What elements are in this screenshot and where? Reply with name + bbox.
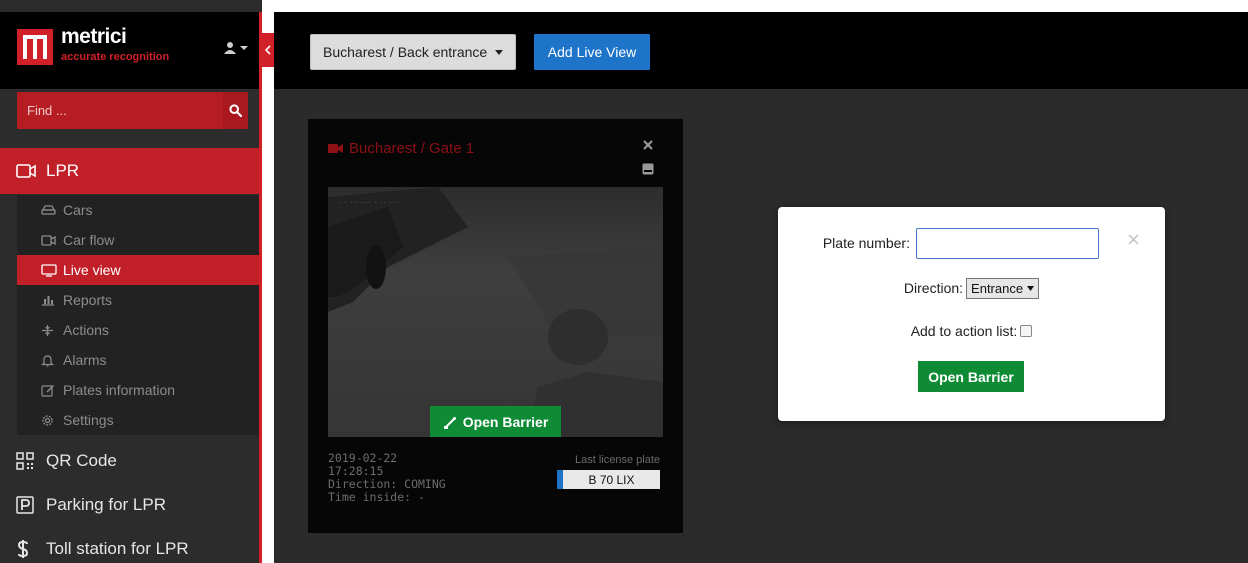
user-menu[interactable] [223,40,253,56]
nav-item-live-view[interactable]: Live view [17,255,259,285]
nav-item-lpr[interactable]: LPR [0,148,259,194]
sidebar-collapse-button[interactable] [262,33,274,67]
plate-number-input[interactable] [916,228,1099,259]
brand-tagline: accurate recognition [61,51,170,63]
nav-item-lpr-label: LPR [46,161,80,180]
brand-name: metrici [61,25,127,48]
nav-item-qr-code[interactable]: QR Code [0,440,259,482]
direction-label: Direction: [903,280,964,296]
video-camera-icon [41,234,58,246]
search-icon [229,104,242,117]
close-icon[interactable] [1128,234,1139,245]
chevron-down-icon [1027,285,1035,291]
barrier-icon [443,415,457,429]
nav-item-cars-label: Cars [63,202,93,218]
action-list-label: Add to action list: [910,323,1018,339]
camera-feed[interactable]: . . ....... . .. ... [328,187,663,437]
close-icon[interactable] [643,140,653,150]
nav-item-qr-code-label: QR Code [46,451,117,470]
main-content: Bucharest / Back entrance Add Live View … [274,12,1248,563]
hard-drive-icon[interactable] [642,163,654,175]
plate-number-row: Plate number: [778,228,1165,259]
nav-item-alarms-label: Alarms [63,352,107,368]
search-input[interactable] [17,92,209,129]
qr-code-icon [16,452,38,470]
direction-select[interactable]: Entrance [966,277,1040,299]
action-list-row: Add to action list: [778,321,1165,341]
last-plate-label: Last license plate [575,454,660,466]
nav-item-parking-label: Parking for LPR [46,495,166,514]
svg-text:. . ....... . .. ...: . . ....... . .. ... [338,199,398,205]
nav-item-actions[interactable]: Actions [17,315,259,345]
action-list-checkbox[interactable] [1020,325,1033,337]
last-plate-value: B 70 LIX [557,470,660,489]
add-live-view-button[interactable]: Add Live View [534,34,650,70]
nav-item-settings-label: Settings [63,412,114,428]
chevron-left-icon [265,45,271,55]
edit-icon [41,384,58,397]
bar-chart-icon [41,294,58,306]
nav-item-settings[interactable]: Settings [17,405,259,435]
bell-icon [41,354,58,367]
sidebar: metrici accurate recognition LPR Cars [0,0,262,563]
nav-item-alarms[interactable]: Alarms [17,345,259,375]
video-camera-icon [16,164,38,178]
monitor-icon [41,263,58,277]
user-icon [223,41,237,55]
sidebar-divider [259,12,262,563]
nav-item-car-flow-label: Car flow [63,232,115,248]
nav-item-reports-label: Reports [63,292,113,308]
nav-item-parking[interactable]: Parking for LPR [0,484,259,526]
nav-item-plates-information-label: Plates information [63,382,176,398]
nav-item-toll-station[interactable]: Toll station for LPR [0,528,259,563]
nav-item-car-flow[interactable]: Car flow [17,225,259,255]
event-time-inside: Time inside: - [328,490,425,504]
direction-row: Direction: Entrance [778,277,1165,299]
nav-item-reports[interactable]: Reports [17,285,259,315]
dollar-icon [16,539,38,559]
nav-item-toll-station-label: Toll station for LPR [46,539,189,558]
location-dropdown-value: Bucharest / Back entrance [323,44,488,60]
camera-title: Bucharest / Gate 1 [328,140,474,157]
direction-select-value: Entrance [971,280,1024,296]
open-barrier-dialog: Plate number: Direction: Entrance Add to… [778,207,1165,421]
metrici-logo-icon [17,29,53,65]
search-button[interactable] [223,92,248,129]
main-toolbar: Bucharest / Back entrance Add Live View [274,12,1248,89]
open-barrier-label: Open Barrier [462,413,549,430]
chevron-down-icon [495,49,504,55]
gear-icon [41,414,58,427]
plate-number-label: Plate number: [822,235,910,251]
compress-arrows-icon [41,324,58,337]
dialog-open-barrier-button[interactable]: Open Barrier [918,361,1024,392]
event-metadata: 2019-02-22 17:28:15 Direction: COMING Ti… [328,452,446,504]
open-barrier-button[interactable]: Open Barrier [430,406,561,437]
camera-title-text: Bucharest / Gate 1 [349,140,475,157]
location-dropdown[interactable]: Bucharest / Back entrance [310,34,516,70]
camera-card: Bucharest / Gate 1 . . ....... . .. ... … [308,119,683,533]
video-camera-icon [328,143,344,154]
nav-item-actions-label: Actions [63,322,109,338]
nav-item-live-view-label: Live view [63,262,121,278]
car-icon [41,204,58,216]
parking-icon [16,496,38,514]
nav-item-plates-information[interactable]: Plates information [17,375,259,405]
chevron-down-icon [240,45,248,51]
search-box [17,92,248,129]
nav-item-cars[interactable]: Cars [17,195,259,225]
